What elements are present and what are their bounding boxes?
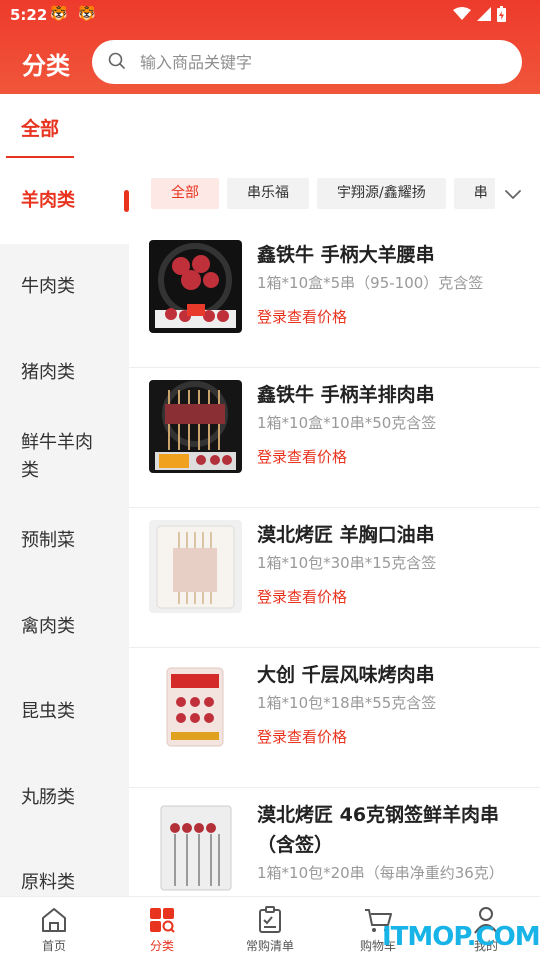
app-header: 5:22 🐯 🐯 分类 [0, 0, 540, 94]
search-input[interactable] [140, 48, 500, 76]
product-name: 大创 千层风味烤肉串 [257, 664, 435, 686]
chevron-down-icon[interactable] [501, 182, 525, 206]
tab-label: 全部 [20, 118, 59, 140]
product-spec: 1箱*10盒*5串（95-100）克含签 [257, 274, 484, 292]
sidebar-item-label: 原料类 [21, 872, 75, 893]
login-to-view-price[interactable]: 登录查看价格 [257, 446, 347, 467]
product-name: 漠北烤匠 羊胸口油串 [257, 524, 435, 546]
nav-label: 常购清单 [245, 939, 294, 953]
product-name: 漠北烤匠 46克钢签鲜羊肉串（含签） [257, 804, 500, 856]
sidebar-item-label: 昆虫类 [21, 701, 75, 722]
product-card[interactable]: 大创 千层风味烤肉串 1箱*10包*18串*55克含签 登录查看价格 [129, 648, 540, 788]
product-image [149, 380, 242, 473]
watermark: ITMOP.COM [382, 922, 540, 952]
product-spec: 1箱*10盒*10串*50克含签 [257, 414, 437, 432]
nav-frequent-list[interactable]: 常购清单 [216, 897, 324, 960]
product-card[interactable]: 漠北烤匠 羊胸口油串 1箱*10包*30串*15克含签 登录查看价格 [129, 508, 540, 648]
brand-filter-chips: 全部 串乐福 宇翔源/鑫耀扬串 [151, 178, 495, 210]
nav-category[interactable]: 分类 [108, 897, 216, 960]
nav-label: 分类 [149, 939, 174, 953]
product-panel: 全部 串乐福 宇翔源/鑫耀扬串 鑫铁牛 手柄大羊腰串 1箱*10盒*5串（95-10… [129, 158, 540, 896]
sidebar-item-poultry[interactable]: 禽肉类 [0, 584, 129, 670]
product-card[interactable]: 漠北烤匠 46克钢签鲜羊肉串（含签） 1箱*10包*20串（每串净重约36克） [129, 788, 540, 896]
top-tab-bar: 全部 [0, 94, 540, 158]
category-icon [150, 908, 175, 933]
sidebar-item-balls-sausage[interactable]: 丸肠类 [0, 755, 129, 841]
sidebar-item-beef[interactable]: 牛肉类 [0, 244, 129, 330]
tab-all[interactable]: 全部 [6, 94, 74, 158]
battery-icon [497, 6, 506, 22]
product-name: 鑫铁牛 手柄羊排肉串 [257, 384, 435, 406]
product-image [149, 520, 242, 613]
sidebar-item-raw-materials[interactable]: 原料类 [0, 840, 129, 896]
product-spec: 1箱*10包*20串（每串净重约36克） [257, 864, 504, 882]
sidebar-item-label: 丸肠类 [21, 787, 75, 808]
product-name: 鑫铁牛 手柄大羊腰串 [257, 244, 435, 266]
notification-icon: 🐯 [78, 6, 96, 22]
sidebar-item-insects[interactable]: 昆虫类 [0, 669, 129, 755]
product-image [149, 660, 242, 753]
product-spec: 1箱*10包*18串*55克含签 [257, 694, 437, 712]
sidebar-item-pork[interactable]: 猪肉类 [0, 330, 129, 416]
chip-all[interactable]: 全部 [151, 178, 219, 209]
product-spec: 1箱*10包*30串*15克含签 [257, 554, 437, 572]
list-icon [259, 906, 281, 933]
category-sidebar: 羊肉类 牛肉类 猪肉类 鲜牛羊肉类 预制菜 禽肉类 昆虫类 丸肠类 原料类 [0, 158, 129, 896]
sidebar-item-label: 羊肉类 [21, 190, 75, 211]
page-title: 分类 [22, 52, 70, 80]
chip-brand[interactable]: 宇翔源/鑫耀扬 [317, 178, 446, 209]
product-card[interactable]: 鑫铁牛 手柄羊排肉串 1箱*10盒*10串*50克含签 登录查看价格 [129, 368, 540, 508]
sidebar-item-label: 鲜牛羊肉类 [21, 432, 93, 481]
sidebar-item-prepared[interactable]: 预制菜 [0, 498, 129, 584]
sidebar-item-fresh-beef-mutton[interactable]: 鲜牛羊肉类 [0, 414, 129, 500]
status-time: 5:22 [10, 6, 48, 24]
chip-brand[interactable]: 串 [453, 178, 495, 209]
chip-brand[interactable]: 串乐福 [227, 178, 309, 209]
signal-icon [477, 7, 491, 21]
product-card[interactable]: 鑫铁牛 手柄大羊腰串 1箱*10盒*5串（95-100）克含签 登录查看价格 [129, 228, 540, 368]
product-image [149, 240, 242, 333]
sidebar-item-label: 猪肉类 [21, 362, 75, 383]
sidebar-item-mutton[interactable]: 羊肉类 [0, 158, 129, 244]
product-image [149, 800, 242, 893]
status-bar: 5:22 🐯 🐯 [0, 0, 540, 30]
search-bar[interactable] [92, 40, 522, 84]
nav-home[interactable]: 首页 [0, 897, 108, 960]
search-icon [108, 52, 125, 69]
login-to-view-price[interactable]: 登录查看价格 [257, 726, 347, 747]
sidebar-item-label: 预制菜 [21, 530, 75, 551]
home-icon [42, 908, 66, 932]
wifi-icon [453, 7, 471, 20]
login-to-view-price[interactable]: 登录查看价格 [257, 586, 347, 607]
notification-icon: 🐯 [50, 6, 68, 22]
sidebar-item-label: 牛肉类 [21, 276, 75, 297]
login-to-view-price[interactable]: 登录查看价格 [257, 306, 347, 327]
nav-label: 首页 [41, 939, 66, 953]
system-icons [453, 6, 506, 22]
sidebar-item-label: 禽肉类 [21, 616, 75, 637]
